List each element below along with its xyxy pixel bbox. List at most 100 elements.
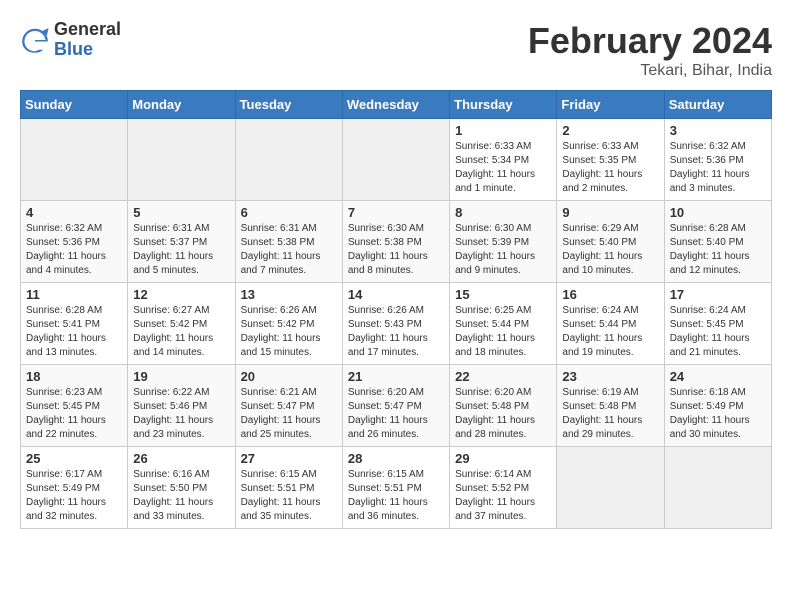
day-number: 9 — [562, 205, 658, 220]
day-info: Sunrise: 6:24 AM Sunset: 5:44 PM Dayligh… — [562, 304, 658, 360]
day-info: Sunrise: 6:33 AM Sunset: 5:34 PM Dayligh… — [455, 140, 551, 196]
calendar-cell — [128, 119, 235, 201]
day-number: 26 — [133, 451, 229, 466]
logo-blue: Blue — [54, 40, 121, 60]
day-number: 27 — [241, 451, 337, 466]
day-number: 3 — [670, 123, 766, 138]
day-number: 21 — [348, 369, 444, 384]
day-info: Sunrise: 6:31 AM Sunset: 5:38 PM Dayligh… — [241, 222, 337, 278]
calendar-cell: 19 Sunrise: 6:22 AM Sunset: 5:46 PM Dayli… — [128, 365, 235, 447]
calendar-cell: 18Sunrise: 6:23 AM Sunset: 5:45 PM Dayli… — [21, 365, 128, 447]
day-info: Sunrise: 6:27 AM Sunset: 5:42 PM Dayligh… — [133, 304, 229, 360]
day-number: 19 — [133, 369, 229, 384]
day-info: Sunrise: 6:30 AM Sunset: 5:39 PM Dayligh… — [455, 222, 551, 278]
calendar-cell: 9Sunrise: 6:29 AM Sunset: 5:40 PM Daylig… — [557, 201, 664, 283]
day-number: 20 — [241, 369, 337, 384]
day-number: 1 — [455, 123, 551, 138]
page-header: General Blue February 2024 Tekari, Bihar… — [20, 20, 772, 80]
calendar-cell — [235, 119, 342, 201]
calendar-cell: 24 Sunrise: 6:18 AM Sunset: 5:49 PM Dayli… — [664, 365, 771, 447]
day-number: 29 — [455, 451, 551, 466]
calendar-cell: 12 Sunrise: 6:27 AM Sunset: 5:42 PM Dayli… — [128, 283, 235, 365]
calendar-cell: 13 Sunrise: 6:26 AM Sunset: 5:42 PM Dayli… — [235, 283, 342, 365]
day-number: 15 — [455, 287, 551, 302]
calendar-cell: 21 Sunrise: 6:20 AM Sunset: 5:47 PM Dayli… — [342, 365, 449, 447]
calendar-week-row: 4Sunrise: 6:32 AM Sunset: 5:36 PM Daylig… — [21, 201, 772, 283]
day-number: 14 — [348, 287, 444, 302]
logo: General Blue — [20, 20, 121, 60]
logo-icon — [20, 25, 50, 55]
day-info: Sunrise: 6:19 AM Sunset: 5:48 PM Dayligh… — [562, 386, 658, 442]
calendar-week-row: 11 Sunrise: 6:28 AM Sunset: 5:41 PM Dayli… — [21, 283, 772, 365]
calendar-cell: 29 Sunrise: 6:14 AM Sunset: 5:52 PM Dayli… — [450, 447, 557, 529]
day-number: 13 — [241, 287, 337, 302]
calendar-week-row: 25 Sunrise: 6:17 AM Sunset: 5:49 PM Dayli… — [21, 447, 772, 529]
day-number: 24 — [670, 369, 766, 384]
day-info: Sunrise: 6:18 AM Sunset: 5:49 PM Dayligh… — [670, 386, 766, 442]
calendar-cell: 14Sunrise: 6:26 AM Sunset: 5:43 PM Dayli… — [342, 283, 449, 365]
calendar-cell: 7Sunrise: 6:30 AM Sunset: 5:38 PM Daylig… — [342, 201, 449, 283]
calendar-cell: 5Sunrise: 6:31 AM Sunset: 5:37 PM Daylig… — [128, 201, 235, 283]
day-info: Sunrise: 6:14 AM Sunset: 5:52 PM Dayligh… — [455, 468, 551, 524]
day-info: Sunrise: 6:28 AM Sunset: 5:41 PM Dayligh… — [26, 304, 122, 360]
calendar-table: SundayMondayTuesdayWednesdayThursdayFrid… — [20, 90, 772, 529]
calendar-header-tuesday: Tuesday — [235, 91, 342, 119]
calendar-header-saturday: Saturday — [664, 91, 771, 119]
calendar-cell: 8Sunrise: 6:30 AM Sunset: 5:39 PM Daylig… — [450, 201, 557, 283]
month-title: February 2024 — [528, 20, 772, 62]
calendar-header-thursday: Thursday — [450, 91, 557, 119]
day-info: Sunrise: 6:31 AM Sunset: 5:37 PM Dayligh… — [133, 222, 229, 278]
calendar-cell — [21, 119, 128, 201]
logo-text: General Blue — [54, 20, 121, 60]
title-block: February 2024 Tekari, Bihar, India — [528, 20, 772, 80]
day-info: Sunrise: 6:16 AM Sunset: 5:50 PM Dayligh… — [133, 468, 229, 524]
day-number: 12 — [133, 287, 229, 302]
calendar-cell: 1 Sunrise: 6:33 AM Sunset: 5:34 PM Daylig… — [450, 119, 557, 201]
day-info: Sunrise: 6:22 AM Sunset: 5:46 PM Dayligh… — [133, 386, 229, 442]
calendar-header-wednesday: Wednesday — [342, 91, 449, 119]
day-info: Sunrise: 6:28 AM Sunset: 5:40 PM Dayligh… — [670, 222, 766, 278]
day-info: Sunrise: 6:26 AM Sunset: 5:42 PM Dayligh… — [241, 304, 337, 360]
calendar-header-monday: Monday — [128, 91, 235, 119]
day-number: 28 — [348, 451, 444, 466]
day-info: Sunrise: 6:20 AM Sunset: 5:47 PM Dayligh… — [348, 386, 444, 442]
day-info: Sunrise: 6:30 AM Sunset: 5:38 PM Dayligh… — [348, 222, 444, 278]
day-info: Sunrise: 6:21 AM Sunset: 5:47 PM Dayligh… — [241, 386, 337, 442]
day-info: Sunrise: 6:17 AM Sunset: 5:49 PM Dayligh… — [26, 468, 122, 524]
day-info: Sunrise: 6:32 AM Sunset: 5:36 PM Dayligh… — [26, 222, 122, 278]
day-number: 11 — [26, 287, 122, 302]
calendar-cell: 28 Sunrise: 6:15 AM Sunset: 5:51 PM Dayli… — [342, 447, 449, 529]
day-number: 10 — [670, 205, 766, 220]
calendar-week-row: 1 Sunrise: 6:33 AM Sunset: 5:34 PM Daylig… — [21, 119, 772, 201]
day-number: 23 — [562, 369, 658, 384]
day-info: Sunrise: 6:23 AM Sunset: 5:45 PM Dayligh… — [26, 386, 122, 442]
logo-general: General — [54, 20, 121, 40]
calendar-header-friday: Friday — [557, 91, 664, 119]
day-info: Sunrise: 6:32 AM Sunset: 5:36 PM Dayligh… — [670, 140, 766, 196]
calendar-cell: 4Sunrise: 6:32 AM Sunset: 5:36 PM Daylig… — [21, 201, 128, 283]
calendar-week-row: 18Sunrise: 6:23 AM Sunset: 5:45 PM Dayli… — [21, 365, 772, 447]
calendar-cell: 23 Sunrise: 6:19 AM Sunset: 5:48 PM Dayli… — [557, 365, 664, 447]
calendar-cell: 2Sunrise: 6:33 AM Sunset: 5:35 PM Daylig… — [557, 119, 664, 201]
calendar-header-sunday: Sunday — [21, 91, 128, 119]
calendar-cell: 10 Sunrise: 6:28 AM Sunset: 5:40 PM Dayli… — [664, 201, 771, 283]
day-info: Sunrise: 6:20 AM Sunset: 5:48 PM Dayligh… — [455, 386, 551, 442]
calendar-cell: 3 Sunrise: 6:32 AM Sunset: 5:36 PM Daylig… — [664, 119, 771, 201]
day-info: Sunrise: 6:15 AM Sunset: 5:51 PM Dayligh… — [348, 468, 444, 524]
calendar-cell: 15 Sunrise: 6:25 AM Sunset: 5:44 PM Dayli… — [450, 283, 557, 365]
day-number: 25 — [26, 451, 122, 466]
calendar-cell: 17Sunrise: 6:24 AM Sunset: 5:45 PM Dayli… — [664, 283, 771, 365]
day-number: 16 — [562, 287, 658, 302]
location-title: Tekari, Bihar, India — [528, 62, 772, 80]
day-info: Sunrise: 6:24 AM Sunset: 5:45 PM Dayligh… — [670, 304, 766, 360]
calendar-cell: 6 Sunrise: 6:31 AM Sunset: 5:38 PM Daylig… — [235, 201, 342, 283]
calendar-cell: 16 Sunrise: 6:24 AM Sunset: 5:44 PM Dayli… — [557, 283, 664, 365]
calendar-header-row: SundayMondayTuesdayWednesdayThursdayFrid… — [21, 91, 772, 119]
day-number: 6 — [241, 205, 337, 220]
calendar-cell: 22 Sunrise: 6:20 AM Sunset: 5:48 PM Dayli… — [450, 365, 557, 447]
day-info: Sunrise: 6:33 AM Sunset: 5:35 PM Dayligh… — [562, 140, 658, 196]
calendar-cell: 26 Sunrise: 6:16 AM Sunset: 5:50 PM Dayli… — [128, 447, 235, 529]
day-info: Sunrise: 6:25 AM Sunset: 5:44 PM Dayligh… — [455, 304, 551, 360]
day-number: 22 — [455, 369, 551, 384]
calendar-cell — [664, 447, 771, 529]
